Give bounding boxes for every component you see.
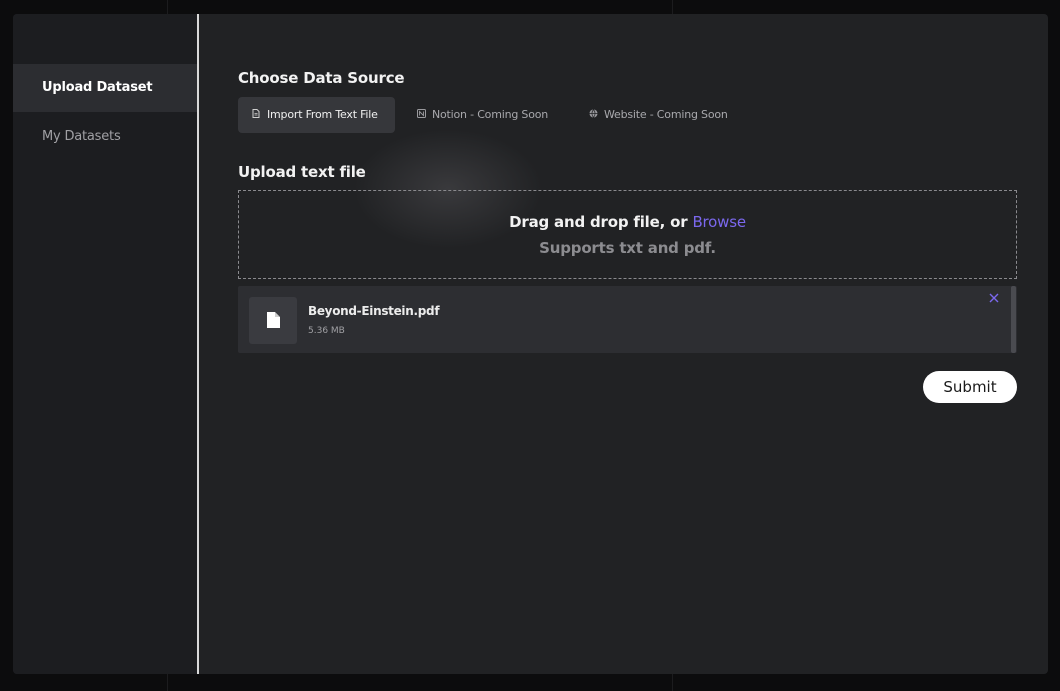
file-list-scrollbar[interactable] [1011, 286, 1016, 353]
sidebar-item-my-datasets[interactable]: My Datasets [13, 113, 197, 161]
upload-text-file-heading: Upload text file [238, 163, 366, 181]
text-file-icon [251, 98, 261, 134]
sidebar-item-upload-dataset[interactable]: Upload Dataset [13, 64, 197, 112]
file-size: 5.36 MB [308, 326, 345, 336]
dropzone-supports-text: Supports txt and pdf. [539, 239, 716, 257]
globe-icon [588, 98, 598, 134]
submit-button[interactable]: Submit [923, 371, 1017, 403]
uploaded-file-item: Beyond-Einstein.pdf 5.36 MB [238, 286, 1017, 353]
sidebar: Upload Dataset My Datasets [13, 14, 197, 674]
sidebar-divider [197, 14, 199, 674]
dropzone-prompt-text: Drag and drop file, or [509, 213, 688, 231]
browse-link[interactable]: Browse [692, 213, 746, 231]
choose-data-source-heading: Choose Data Source [238, 69, 405, 87]
file-dropzone[interactable]: Drag and drop file, or Browse Supports t… [238, 190, 1017, 279]
tab-label: Website - Coming Soon [604, 108, 728, 121]
tab-notion[interactable]: Notion - Coming Soon [416, 97, 548, 133]
dropzone-prompt: Drag and drop file, or Browse [239, 213, 1016, 231]
notion-icon [416, 98, 426, 134]
tab-website[interactable]: Website - Coming Soon [588, 97, 728, 133]
file-name: Beyond-Einstein.pdf [308, 304, 440, 318]
file-icon [249, 297, 297, 344]
tab-import-from-text-file[interactable]: Import From Text File [238, 97, 395, 133]
app-window: Upload Dataset My Datasets Choose Data S… [13, 14, 1048, 674]
tab-label: Import From Text File [267, 108, 378, 121]
close-icon[interactable] [987, 292, 1001, 306]
tab-label: Notion - Coming Soon [432, 108, 549, 121]
